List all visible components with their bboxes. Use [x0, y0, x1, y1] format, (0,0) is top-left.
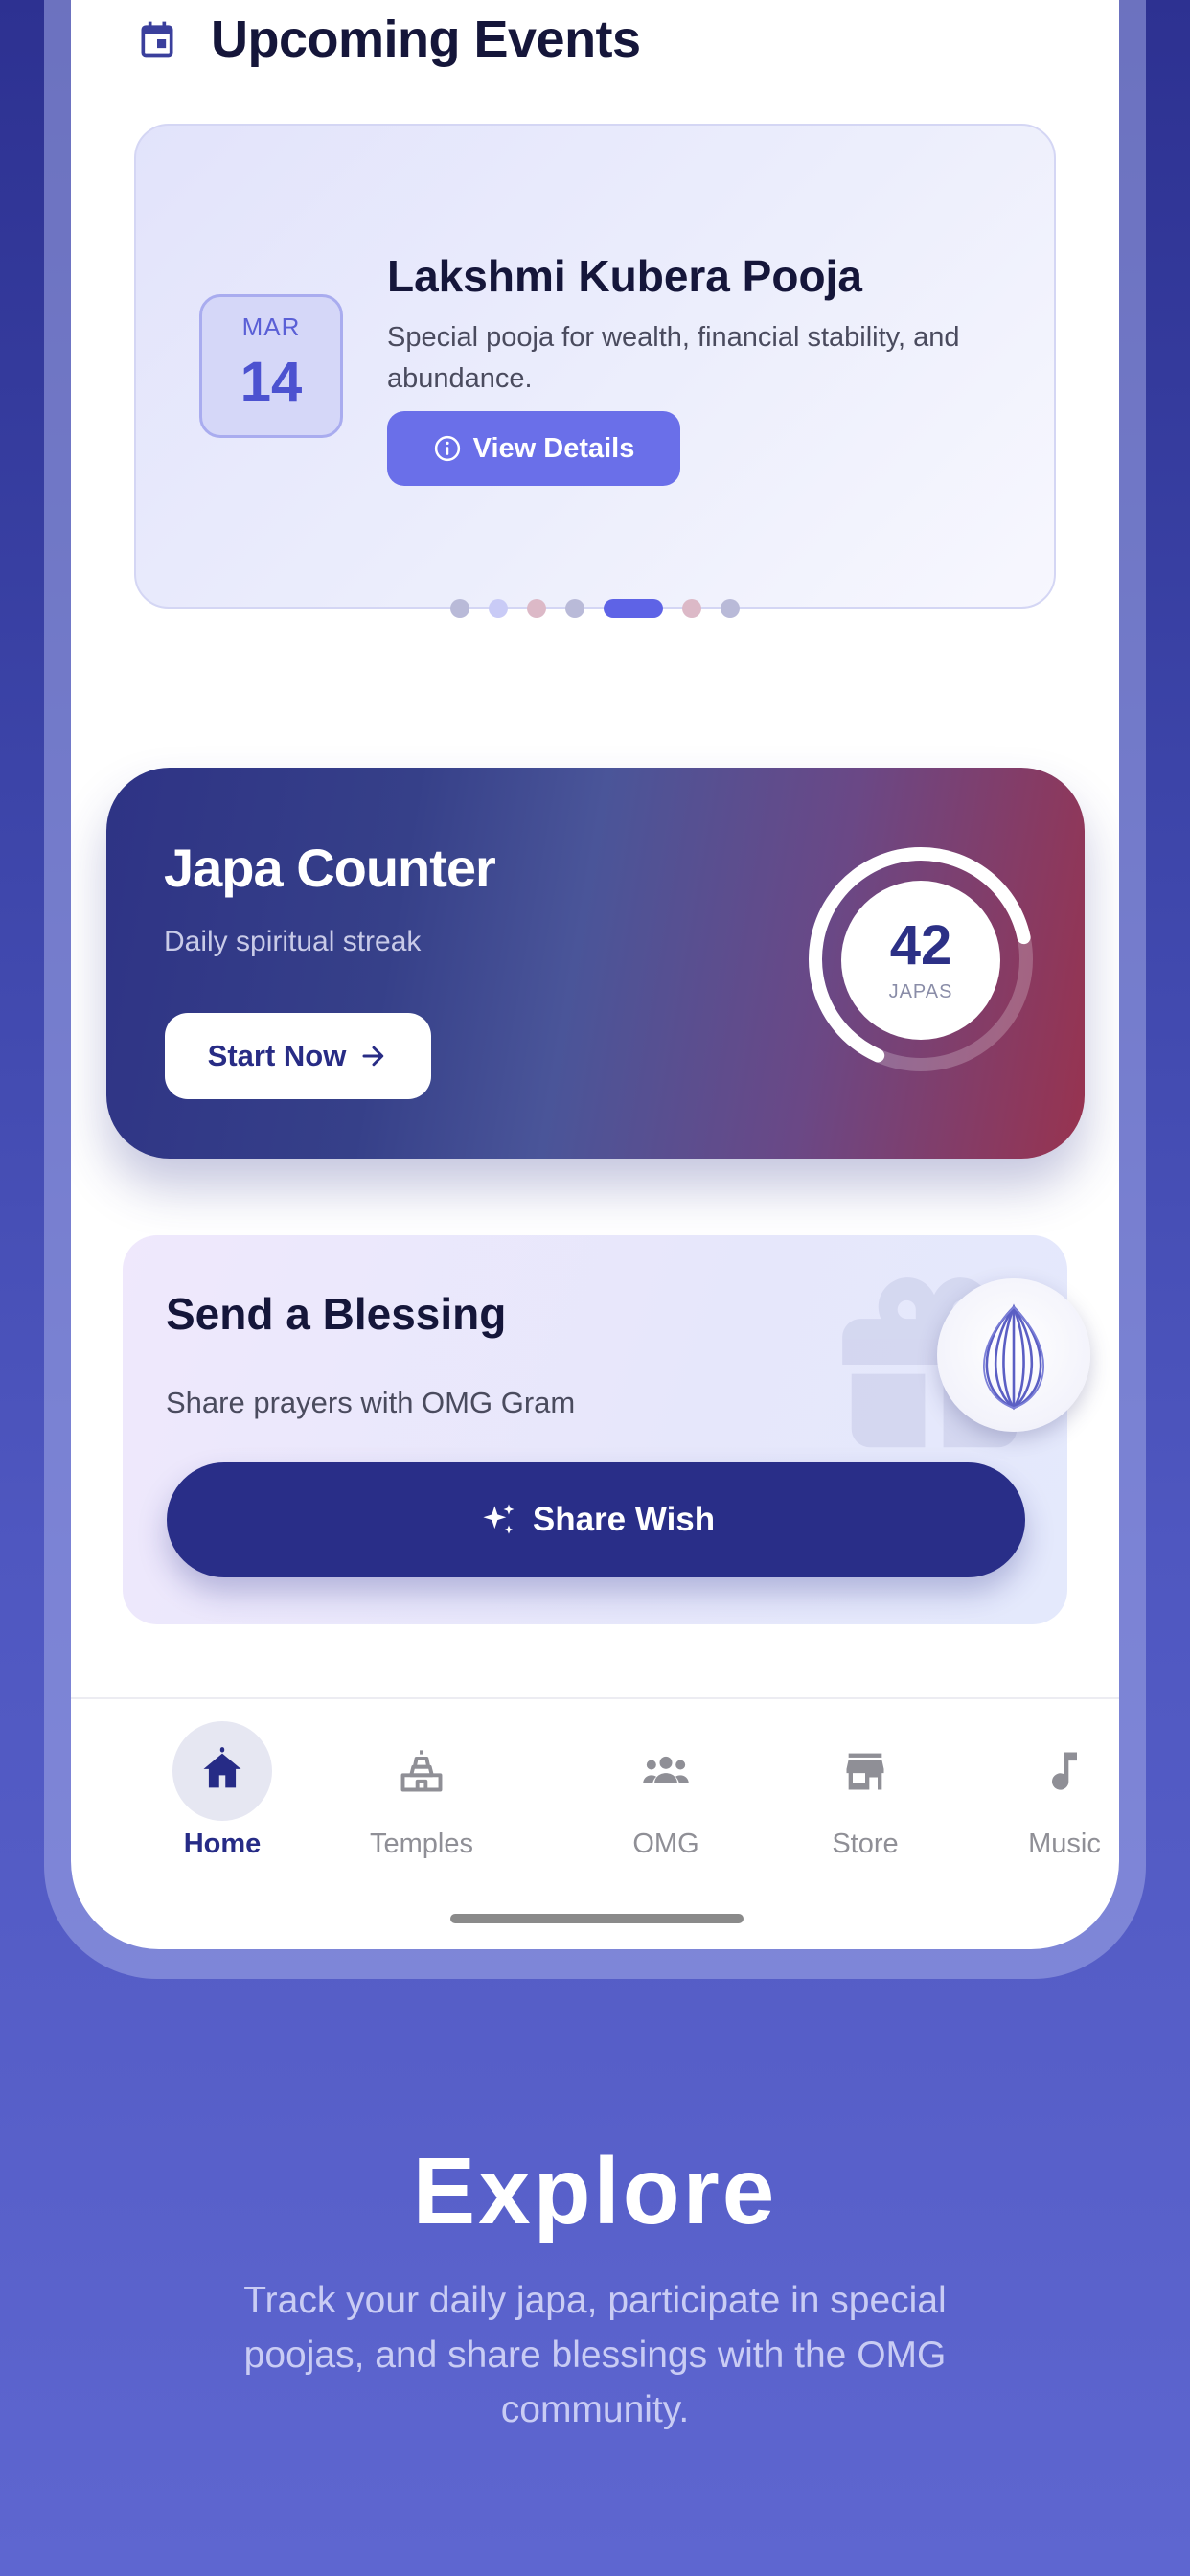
nav-label-omg: OMG — [632, 1828, 699, 1859]
nav-home-icon-wrap — [172, 1721, 272, 1821]
events-header: Upcoming Events — [136, 10, 641, 69]
pagination-dot[interactable] — [604, 599, 663, 618]
event-day: 14 — [240, 351, 303, 413]
nav-music-icon-wrap — [1015, 1721, 1114, 1821]
blessing-card: Send a Blessing Share prayers with OMG G… — [123, 1235, 1067, 1624]
event-month: MAR — [241, 312, 301, 341]
japa-title: Japa Counter — [164, 838, 496, 898]
nav-label-temples: Temples — [370, 1828, 473, 1859]
event-title: Lakshmi Kubera Pooja — [387, 251, 862, 301]
explore-title: Explore — [412, 2138, 778, 2243]
start-now-button[interactable]: Start Now — [165, 1013, 431, 1099]
pagination-dot[interactable] — [489, 599, 508, 618]
japa-count: 42 — [889, 914, 952, 977]
nav-label-music: Music — [1028, 1828, 1101, 1859]
sparkle-icon — [483, 1504, 515, 1534]
pagination-dot[interactable] — [565, 599, 584, 618]
share-wish-label: Share Wish — [532, 1501, 716, 1538]
share-wish-button[interactable]: Share Wish — [167, 1462, 1025, 1577]
nav-label-store: Store — [832, 1828, 899, 1859]
explore-description: Track your daily japa, participate in sp… — [243, 2280, 947, 2430]
start-now-label: Start Now — [207, 1039, 347, 1072]
bottom-navigation: Home Temples OMG Store Music — [71, 1698, 1119, 1890]
japa-counter-card: Japa Counter Daily spiritual streak Star… — [106, 768, 1085, 1159]
arrow-right-icon — [362, 1046, 384, 1067]
event-date-badge: MAR 14 — [199, 294, 343, 438]
view-details-label: View Details — [472, 432, 635, 464]
nav-item-music[interactable]: Music — [973, 1698, 1119, 1860]
temple-icon — [400, 1750, 443, 1792]
blessing-title: Send a Blessing — [166, 1289, 507, 1339]
nav-item-omg[interactable]: OMG — [575, 1698, 757, 1860]
nav-item-temples[interactable]: Temples — [331, 1698, 513, 1860]
pagination-dot[interactable] — [682, 599, 701, 618]
nav-temples-icon-wrap — [372, 1721, 471, 1821]
event-pagination — [71, 599, 1119, 618]
omg-floating-button[interactable] — [937, 1278, 1090, 1432]
calendar-icon — [141, 21, 173, 58]
nav-item-store[interactable]: Store — [774, 1698, 956, 1860]
store-icon — [846, 1753, 884, 1790]
pagination-dot[interactable] — [527, 599, 546, 618]
people-icon — [643, 1756, 689, 1783]
section-title: Upcoming Events — [211, 11, 641, 68]
event-card[interactable]: MAR 14 Lakshmi Kubera Pooja Special pooj… — [134, 124, 1056, 609]
home-indicator[interactable] — [450, 1914, 744, 1923]
omg-logo-icon — [983, 1303, 1044, 1411]
japa-subtitle: Daily spiritual streak — [164, 926, 422, 957]
pagination-dot[interactable] — [721, 599, 740, 618]
info-icon — [434, 435, 460, 462]
japa-unit: JAPAS — [888, 981, 953, 1002]
pagination-dot[interactable] — [450, 599, 469, 618]
nav-item-home[interactable]: Home — [131, 1698, 313, 1860]
nav-omg-icon-wrap — [616, 1721, 716, 1821]
music-note-icon — [1052, 1752, 1077, 1790]
japa-count-display: 42 JAPAS — [841, 881, 1000, 1040]
home-icon — [203, 1747, 241, 1788]
view-details-button[interactable]: View Details — [387, 411, 680, 486]
event-description: Special pooja for wealth, financial stab… — [387, 322, 960, 394]
blessing-subtitle: Share prayers with OMG Gram — [166, 1386, 576, 1419]
phone-screen: Upcoming Events MAR 14 Lakshmi Kubera Po… — [71, 0, 1119, 1949]
nav-label-home: Home — [183, 1828, 262, 1859]
nav-store-icon-wrap — [815, 1721, 915, 1821]
